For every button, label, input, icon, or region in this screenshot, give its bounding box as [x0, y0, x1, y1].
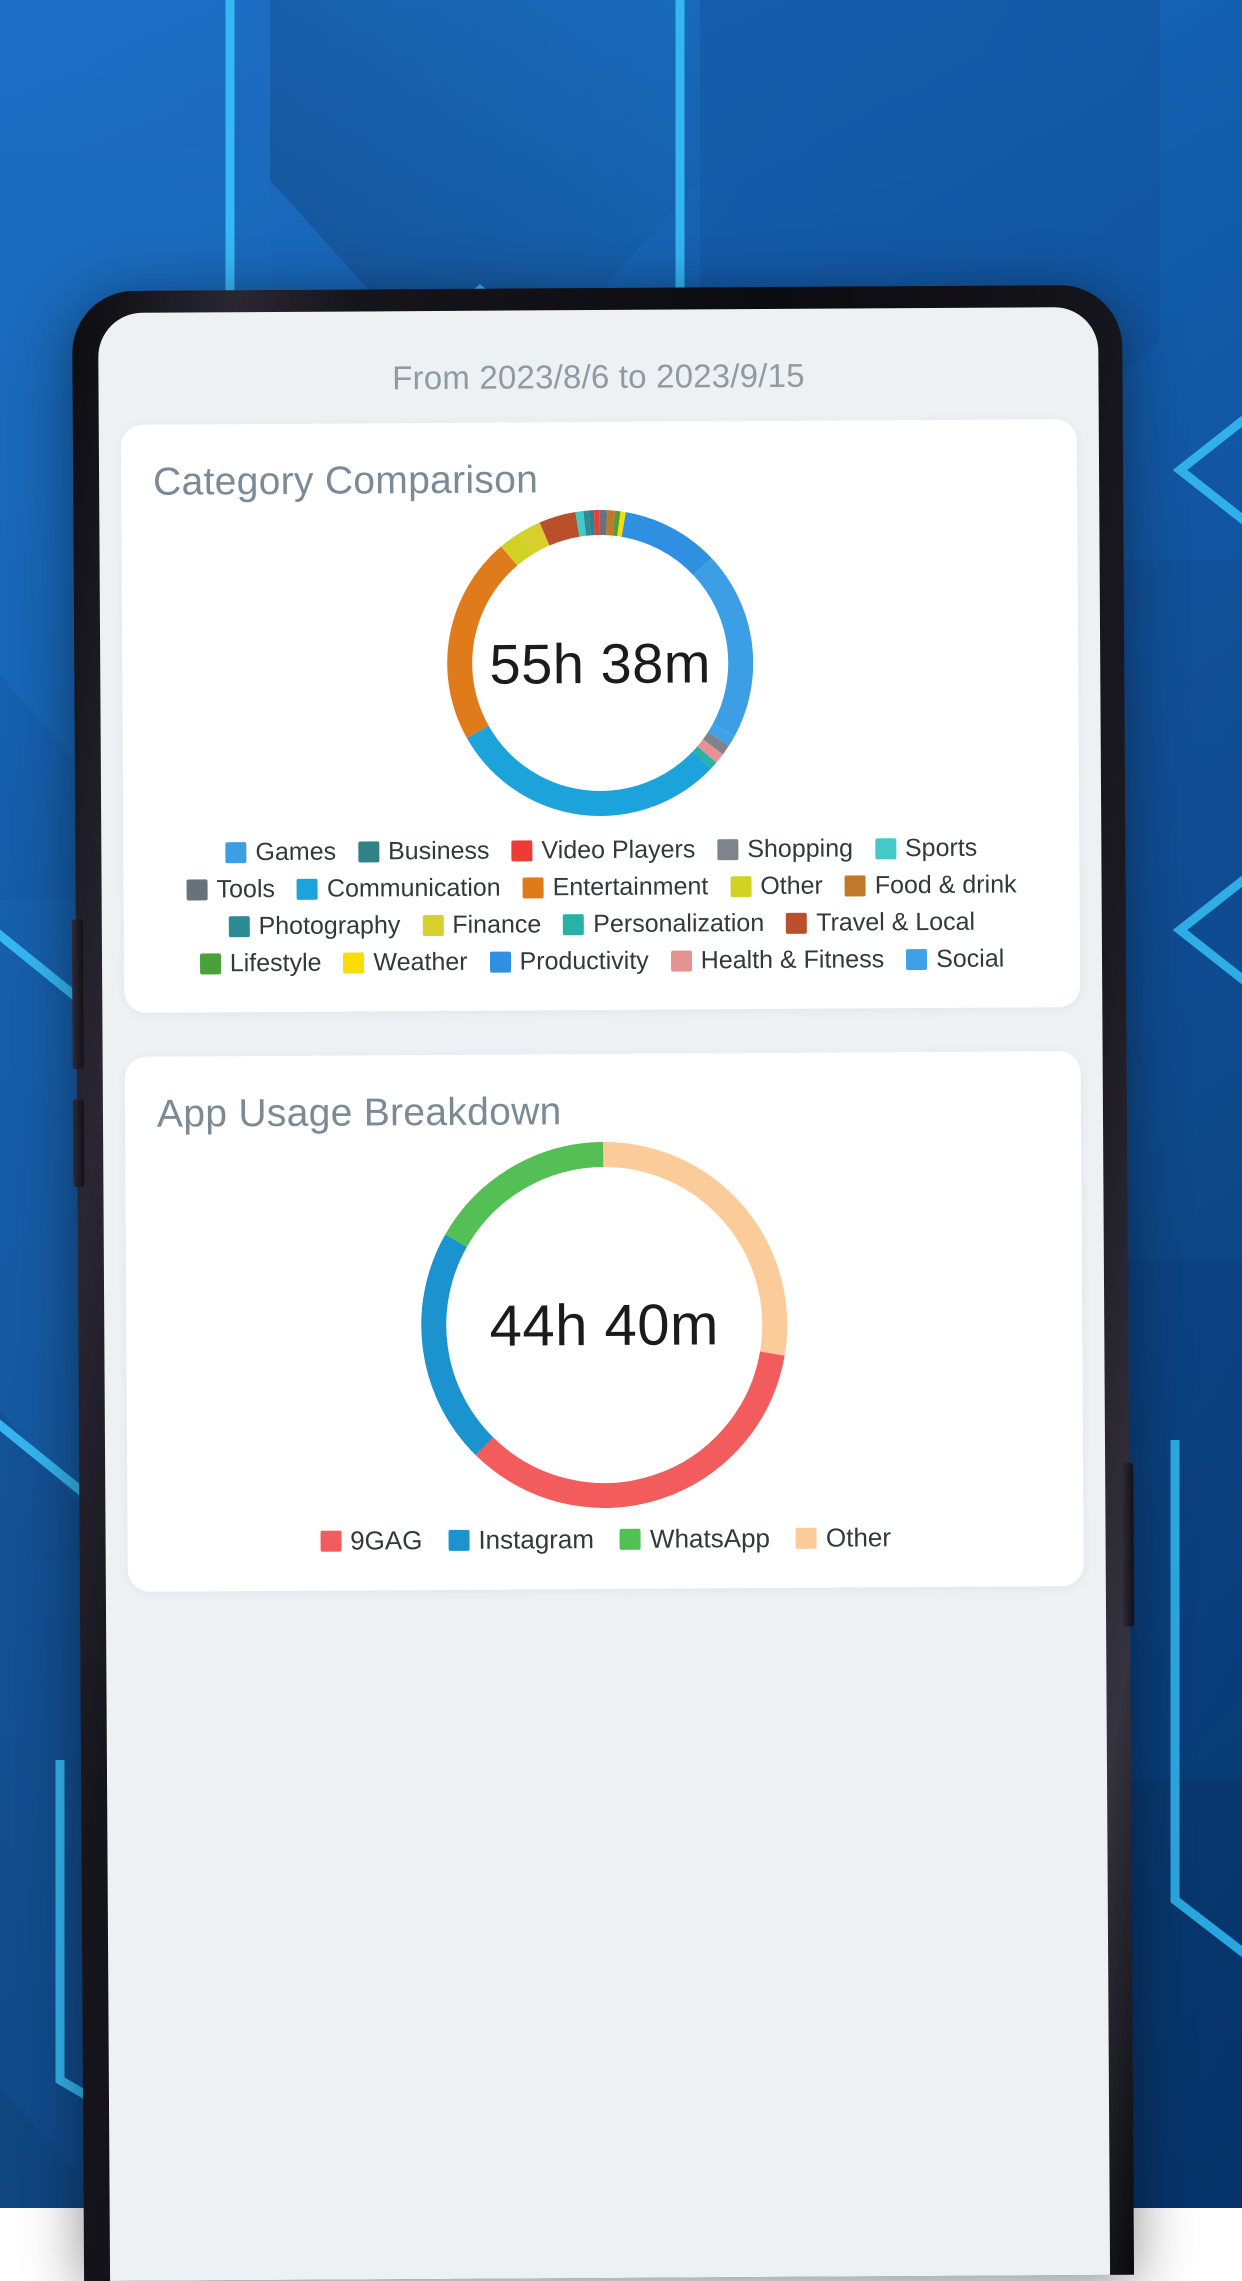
legend-item[interactable]: Finance [422, 910, 541, 940]
legend-label: Other [760, 872, 823, 901]
phone-screen: From 2023/8/6 to 2023/9/15 Category Comp… [98, 307, 1110, 2281]
legend-item[interactable]: Lifestyle [200, 949, 322, 979]
legend-color-swatch [448, 1530, 469, 1551]
category-legend: Games Business Video Players Shopping Sports… [171, 815, 1032, 978]
legend-color-swatch [875, 838, 896, 859]
app-usage-donut-chart[interactable]: 44h 40m [418, 1139, 790, 1511]
legend-label: Personalization [593, 909, 764, 939]
category-donut-wrapper: 55h 38m [153, 505, 1047, 820]
legend-color-swatch [489, 952, 510, 973]
legend-color-swatch [786, 913, 807, 934]
legend-label: Games [255, 838, 336, 867]
legend-label: Sports [905, 834, 977, 863]
app-usage-legend: 9GAG Instagram WhatsApp Other [175, 1507, 1035, 1557]
legend-label: Food & drink [875, 870, 1017, 900]
legend-item[interactable]: Health & Fitness [671, 945, 885, 975]
legend-item[interactable]: Social [906, 945, 1004, 975]
legend-label: Photography [258, 911, 400, 941]
legend-color-swatch [671, 950, 692, 971]
legend-color-swatch [200, 953, 221, 974]
card-title-app-usage-breakdown: App Usage Breakdown [157, 1087, 1049, 1136]
legend-label: Lifestyle [230, 949, 322, 979]
legend-item[interactable]: Food & drink [845, 870, 1017, 900]
legend-label: Other [826, 1522, 891, 1553]
legend-item[interactable]: Entertainment [523, 872, 709, 902]
legend-color-swatch [511, 840, 532, 861]
legend-color-swatch [343, 952, 364, 973]
legend-item[interactable]: Other [730, 872, 823, 902]
legend-label: Entertainment [553, 872, 709, 902]
legend-label: Video Players [541, 835, 695, 865]
legend-color-swatch [297, 879, 318, 900]
app-usage-total-time: 44h 40m [418, 1139, 790, 1511]
legend-item[interactable]: Business [358, 837, 490, 867]
legend-item[interactable]: WhatsApp [620, 1523, 770, 1555]
legend-label: WhatsApp [650, 1523, 770, 1555]
legend-item[interactable]: Other [796, 1522, 891, 1554]
legend-item[interactable]: Sports [875, 834, 977, 864]
legend-color-swatch [228, 916, 249, 937]
legend-item[interactable]: Video Players [511, 835, 695, 865]
category-donut-chart[interactable]: 55h 38m [444, 507, 756, 819]
app-donut-wrapper: 44h 40m [157, 1137, 1051, 1512]
legend-item[interactable]: Instagram [448, 1524, 594, 1556]
legend-item[interactable]: Travel & Local [786, 908, 975, 938]
app-usage-breakdown-card: App Usage Breakdown 44h 40m 9GAG Instagra… [125, 1051, 1084, 1592]
legend-item[interactable]: Weather [343, 948, 467, 978]
legend-color-swatch [730, 876, 751, 897]
power-button[interactable] [1122, 1463, 1134, 1627]
legend-label: Weather [373, 948, 467, 978]
legend-color-swatch [563, 914, 584, 935]
legend-color-swatch [523, 877, 544, 898]
legend-label: 9GAG [350, 1525, 422, 1556]
legend-color-swatch [717, 839, 738, 860]
legend-label: Finance [452, 910, 541, 940]
legend-label: Social [936, 945, 1004, 974]
legend-label: Instagram [478, 1524, 594, 1556]
legend-item[interactable]: Photography [228, 911, 400, 941]
legend-label: Productivity [519, 947, 648, 977]
legend-color-swatch [422, 915, 443, 936]
legend-label: Shopping [747, 834, 853, 864]
legend-item[interactable]: Personalization [563, 909, 764, 939]
legend-label: Health & Fitness [701, 945, 885, 975]
volume-down-button[interactable] [73, 1099, 85, 1187]
legend-item[interactable]: Communication [297, 874, 501, 904]
legend-color-swatch [845, 875, 866, 896]
card-title-category-comparison: Category Comparison [153, 455, 1045, 504]
phone-device-frame: From 2023/8/6 to 2023/9/15 Category Comp… [72, 285, 1134, 2281]
category-comparison-card: Category Comparison 55h 38m Games Busines… [121, 419, 1081, 1013]
legend-color-swatch [906, 949, 927, 970]
category-total-time: 55h 38m [444, 507, 756, 819]
date-range-label: From 2023/8/6 to 2023/9/15 [120, 307, 1077, 425]
legend-color-swatch [225, 842, 246, 863]
volume-up-button[interactable] [72, 919, 84, 1069]
legend-item[interactable]: Productivity [489, 947, 648, 977]
legend-item[interactable]: 9GAG [320, 1525, 422, 1557]
legend-color-swatch [796, 1528, 817, 1549]
legend-label: Travel & Local [816, 908, 975, 938]
legend-color-swatch [187, 879, 208, 900]
legend-color-swatch [358, 841, 379, 862]
legend-item[interactable]: Shopping [717, 834, 853, 864]
legend-item[interactable]: Games [225, 838, 336, 868]
legend-label: Business [388, 837, 490, 867]
legend-label: Tools [217, 875, 276, 904]
legend-color-swatch [320, 1531, 341, 1552]
legend-color-swatch [620, 1529, 641, 1550]
legend-item[interactable]: Tools [187, 875, 276, 905]
legend-label: Communication [327, 874, 501, 904]
